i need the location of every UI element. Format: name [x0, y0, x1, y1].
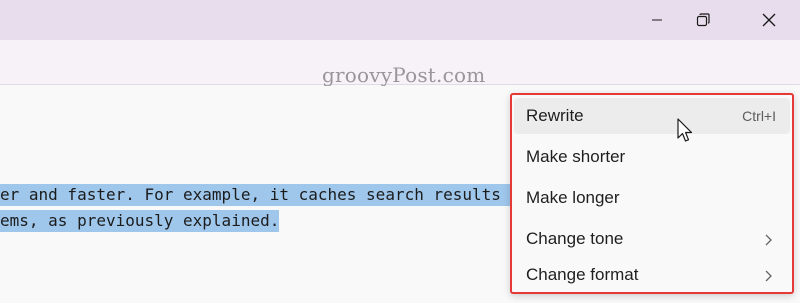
mouse-cursor-icon [677, 118, 693, 142]
menu-item-change-format[interactable]: Change format [514, 257, 790, 293]
restore-icon [696, 13, 710, 27]
minimize-button[interactable] [634, 0, 680, 40]
menu-item-make-shorter[interactable]: Make shorter [514, 139, 790, 175]
restore-button[interactable] [680, 0, 726, 40]
menu-item-label: Rewrite [526, 106, 584, 125]
minimize-icon [652, 19, 662, 21]
shortcut-label: Ctrl+I [742, 108, 776, 124]
menu-item-label: Make shorter [526, 147, 626, 166]
chevron-right-icon [765, 234, 772, 246]
selected-text-line-2[interactable]: ems, as previously explained. [0, 210, 280, 232]
menu-item-rewrite[interactable]: Rewrite Ctrl+I [514, 98, 790, 134]
menu-item-label: Change tone [526, 229, 624, 248]
menu-item-change-tone[interactable]: Change tone [514, 221, 790, 257]
chevron-right-icon [765, 270, 772, 282]
menu-item-make-longer[interactable]: Make longer [514, 180, 790, 216]
selected-text-line-1[interactable]: er and faster. For example, it caches se… [0, 184, 514, 206]
rewrite-menu: Rewrite Ctrl+I Make shorter Make longer … [510, 93, 794, 294]
menu-item-label: Make longer [526, 188, 620, 207]
close-button[interactable] [746, 0, 792, 40]
title-bar [0, 0, 800, 40]
menu-item-label: Change format [526, 265, 639, 284]
watermark: groovyPost.com [322, 63, 486, 87]
close-icon [762, 13, 776, 27]
toolbar: groovyPost.com [0, 40, 800, 116]
